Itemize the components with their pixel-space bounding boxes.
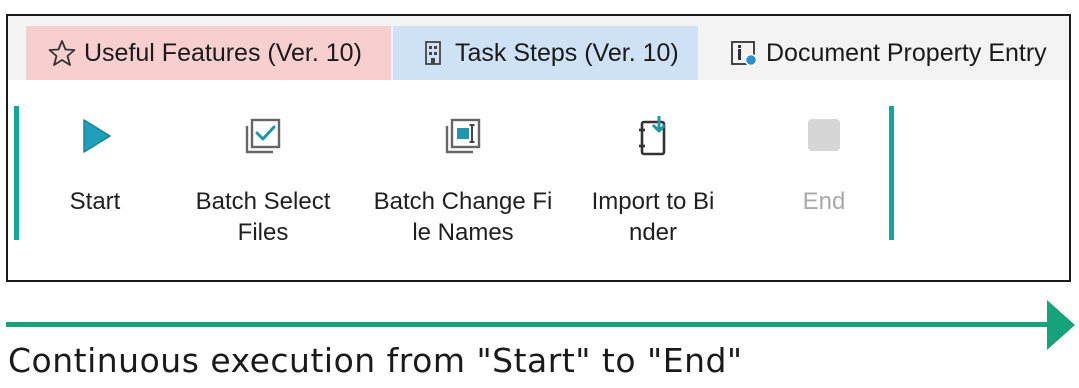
binder-import-icon: [631, 114, 675, 158]
stop-icon: [802, 114, 846, 158]
play-icon: [73, 114, 117, 158]
start-button[interactable]: Start: [60, 114, 130, 217]
end-button-label: End: [802, 188, 846, 215]
tab-useful-features[interactable]: Useful Features (Ver. 10): [26, 26, 391, 80]
batch-change-file-names-button[interactable]: Batch Change Fi le Names: [363, 114, 563, 248]
flow-arrow-line: [6, 322, 1051, 327]
tab-document-property-entry[interactable]: Document Property Entry: [716, 26, 1069, 80]
building-icon: [419, 39, 447, 67]
batch-select-files-label: Batch Select Files: [195, 188, 331, 246]
batch-select-files-button[interactable]: Batch Select Files: [186, 114, 340, 248]
tab-useful-features-label: Useful Features (Ver. 10): [84, 38, 362, 67]
flow-caption: Continuous execution from "Start" to "En…: [8, 341, 743, 380]
end-button[interactable]: End: [794, 114, 854, 217]
batch-change-file-names-label: Batch Change Fi le Names: [373, 188, 553, 246]
tab-document-property-entry-label: Document Property Entry: [766, 38, 1047, 67]
tab-task-steps[interactable]: Task Steps (Ver. 10): [393, 26, 698, 80]
import-to-binder-button[interactable]: Import to Bi nder: [578, 114, 728, 248]
rename-icon: [441, 114, 485, 158]
ribbon-panel: Start Batch Select Files Batch Change Fi…: [8, 80, 1069, 280]
app-window: Useful Features (Ver. 10) Task Steps (Ve…: [6, 14, 1071, 282]
flow-arrow-head: [1047, 300, 1075, 350]
tab-bar: Useful Features (Ver. 10) Task Steps (Ve…: [8, 16, 1069, 80]
group-separator-left: [14, 106, 19, 240]
import-to-binder-label: Import to Bi nder: [591, 188, 715, 246]
group-separator-right: [889, 106, 894, 240]
checkbox-stack-icon: [241, 114, 285, 158]
info-icon: [730, 39, 758, 67]
star-icon: [48, 39, 76, 67]
start-button-label: Start: [69, 188, 121, 215]
tab-task-steps-label: Task Steps (Ver. 10): [455, 38, 679, 67]
